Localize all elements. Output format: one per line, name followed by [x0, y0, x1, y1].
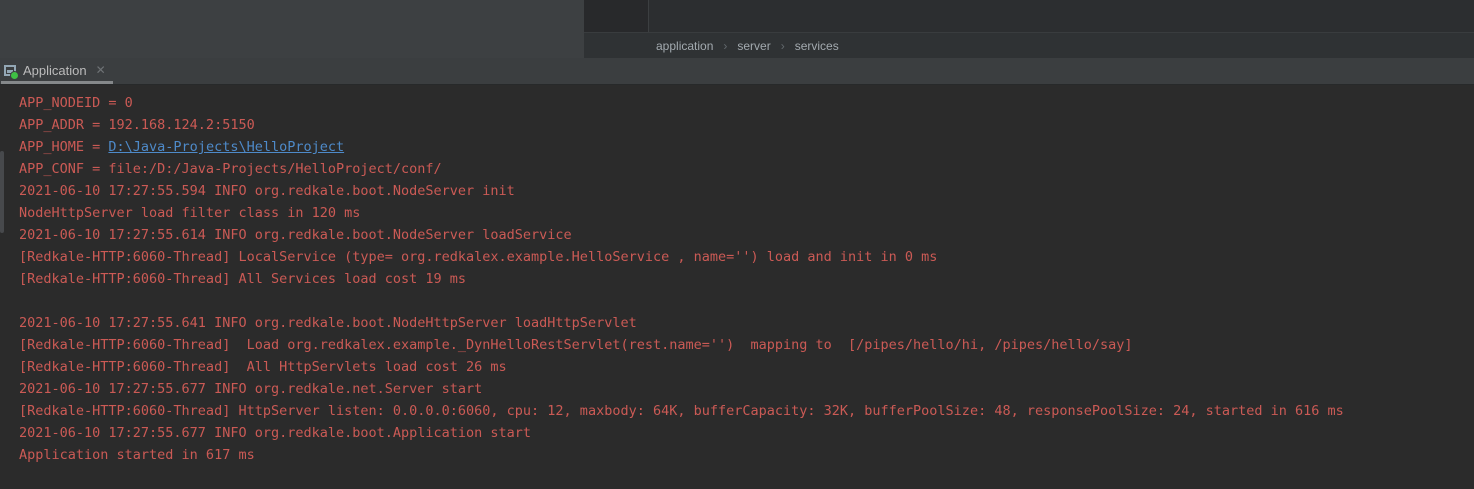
console-line: APP_CONF = file:/D:/Java-Projects/HelloP…	[19, 158, 1474, 180]
console-line: 2021-06-10 17:27:55.594 INFO org.redkale…	[19, 180, 1474, 202]
breadcrumb: application › server › services	[584, 32, 1474, 58]
breadcrumb-separator: ›	[781, 39, 785, 53]
console-line: 2021-06-10 17:27:55.614 INFO org.redkale…	[19, 224, 1474, 246]
console-line: 2021-06-10 17:27:55.677 INFO org.redkale…	[19, 422, 1474, 444]
console-line: [Redkale-HTTP:6060-Thread] All HttpServl…	[19, 356, 1474, 378]
console-line: APP_ADDR = 192.168.124.2:5150	[19, 114, 1474, 136]
editor-pane-left	[0, 0, 584, 58]
console-line: NodeHttpServer load filter class in 120 …	[19, 202, 1474, 224]
editor-pane	[584, 0, 1474, 32]
console-output[interactable]: APP_NODEID = 0APP_ADDR = 192.168.124.2:5…	[0, 85, 1474, 489]
breadcrumb-item-server[interactable]: server	[737, 39, 770, 53]
tab-label: Application	[23, 63, 87, 78]
console-line	[19, 290, 1474, 312]
console-line: 2021-06-10 17:27:55.641 INFO org.redkale…	[19, 312, 1474, 334]
console-line: APP_HOME = D:\Java-Projects\HelloProject	[19, 136, 1474, 158]
console-line: Application started in 617 ms	[19, 444, 1474, 466]
console-icon	[3, 63, 18, 78]
editor-pane-segment	[584, 0, 648, 32]
scrollbar-thumb[interactable]	[0, 151, 4, 233]
breadcrumb-item-application[interactable]: application	[656, 39, 713, 53]
console-line: 2021-06-10 17:27:55.677 INFO org.redkale…	[19, 378, 1474, 400]
pane-divider	[648, 0, 649, 32]
breadcrumb-separator: ›	[723, 39, 727, 53]
active-tab-underline	[1, 81, 113, 84]
console-line: [Redkale-HTTP:6060-Thread] All Services …	[19, 268, 1474, 290]
console-line: APP_NODEID = 0	[19, 92, 1474, 114]
console-line: [Redkale-HTTP:6060-Thread] HttpServer li…	[19, 400, 1474, 422]
running-indicator-icon	[10, 71, 19, 80]
console-tab-bar: Application ✕	[0, 58, 1474, 85]
breadcrumb-item-services[interactable]: services	[795, 39, 839, 53]
console-text: APP_HOME =	[19, 139, 108, 155]
close-icon[interactable]: ✕	[96, 64, 106, 76]
console-line: [Redkale-HTTP:6060-Thread] Load org.redk…	[19, 334, 1474, 356]
console-file-link[interactable]: D:\Java-Projects\HelloProject	[108, 139, 344, 155]
console-line: [Redkale-HTTP:6060-Thread] LocalService …	[19, 246, 1474, 268]
tab-application[interactable]: Application ✕	[0, 58, 112, 82]
